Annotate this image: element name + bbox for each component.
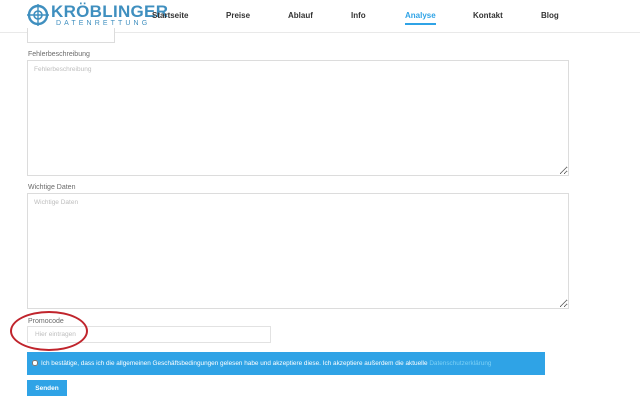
previous-form-field[interactable] (27, 28, 115, 43)
logo[interactable]: KRÖBLINGER DATENRETTUNG (27, 3, 168, 28)
privacy-policy-link[interactable]: Datenschutzerklärung (429, 360, 491, 367)
promocode-label: Promocode (28, 318, 64, 325)
target-crosshair-icon (27, 4, 49, 26)
consent-bar: Ich bestätige, dass ich die allgemeinen … (27, 352, 545, 375)
consent-checkbox[interactable] (32, 360, 38, 366)
nav-item-blog[interactable]: Blog (541, 11, 559, 21)
logo-name: KRÖBLINGER (51, 2, 169, 21)
consent-text: Ich bestätige, dass ich die allgemeinen … (41, 359, 491, 368)
fehlerbeschreibung-label: Fehlerbeschreibung (28, 51, 90, 58)
fehlerbeschreibung-textarea[interactable] (27, 60, 569, 176)
wichtige-daten-textarea[interactable] (27, 193, 569, 309)
nav-item-analyse[interactable]: Analyse (405, 11, 436, 25)
wichtige-daten-label: Wichtige Daten (28, 184, 76, 191)
consent-statement: Ich bestätige, dass ich die allgemeinen … (41, 360, 428, 367)
nav-item-kontakt[interactable]: Kontakt (473, 11, 503, 21)
nav-item-preise[interactable]: Preise (226, 11, 250, 21)
senden-button[interactable]: Senden (27, 380, 67, 396)
nav-item-startseite[interactable]: Startseite (152, 11, 188, 21)
promocode-input[interactable] (27, 326, 271, 343)
nav-item-ablauf[interactable]: Ablauf (288, 11, 313, 21)
nav-item-info[interactable]: Info (351, 11, 366, 21)
logo-subtitle: DATENRETTUNG (56, 20, 151, 27)
